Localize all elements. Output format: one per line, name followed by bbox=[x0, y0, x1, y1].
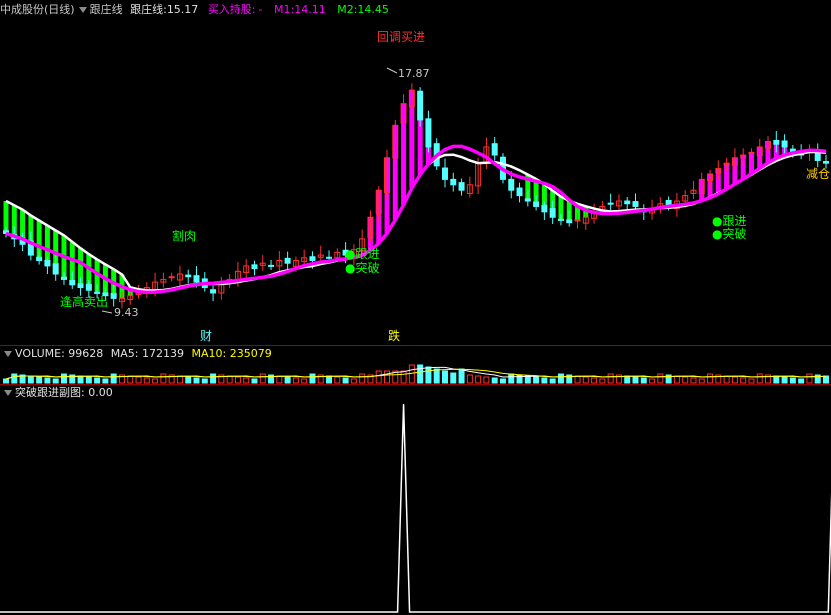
subchart bbox=[0, 403, 831, 613]
breakout-signal-line bbox=[0, 403, 831, 613]
